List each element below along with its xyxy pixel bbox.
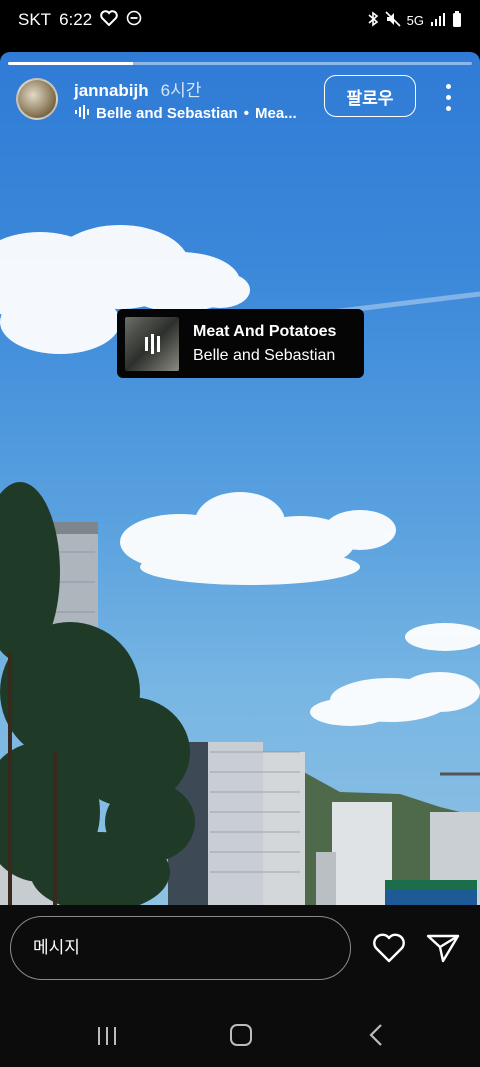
do-not-disturb-icon	[126, 10, 142, 31]
more-vertical-icon[interactable]	[440, 80, 456, 114]
signal-icon	[430, 12, 446, 29]
album-art	[125, 316, 179, 371]
music-artist: Belle and Sebastian	[96, 105, 238, 122]
music-sticker[interactable]: Meat And Potatoes Belle and Sebastian	[117, 309, 364, 378]
story-progress-fill	[8, 62, 134, 65]
story-photo	[0, 225, 480, 905]
carrier-label: SKT	[18, 10, 52, 29]
time-ago: 6시간	[160, 80, 202, 100]
status-bar: SKT 6:22 5G	[0, 0, 480, 40]
clock: 6:22	[59, 10, 93, 29]
recents-icon[interactable]	[95, 1025, 119, 1047]
home-icon[interactable]	[230, 1024, 252, 1046]
message-input[interactable]	[10, 916, 351, 980]
heart-status-icon	[100, 9, 118, 31]
story-progress-bar	[8, 62, 472, 65]
battery-icon	[452, 10, 462, 30]
song-title: Meat And Potatoes	[193, 322, 337, 340]
follow-button[interactable]: 팔로우	[324, 75, 416, 117]
song-artist: Belle and Sebastian	[193, 346, 336, 364]
story-view[interactable]: jannabijh 6시간 Belle and Sebastian • Mea.…	[0, 52, 480, 905]
story-header: jannabijh 6시간 Belle and Sebastian • Mea.…	[16, 74, 464, 124]
story-meta: jannabijh 6시간 Belle and Sebastian • Mea.…	[74, 76, 297, 123]
mute-icon	[385, 10, 401, 30]
music-bars-icon	[74, 104, 90, 123]
back-icon[interactable]	[367, 1023, 385, 1047]
system-nav-bar	[0, 1003, 480, 1067]
avatar[interactable]	[16, 78, 58, 120]
username[interactable]: jannabijh	[74, 81, 149, 101]
music-attribution[interactable]: Belle and Sebastian • Mea...	[74, 104, 297, 123]
bluetooth-icon	[367, 10, 379, 30]
music-separator: •	[243, 105, 249, 122]
heart-icon[interactable]	[371, 932, 407, 964]
network-label: 5G	[406, 12, 424, 28]
pause-icon	[144, 333, 160, 354]
send-icon[interactable]	[425, 932, 461, 964]
music-track: Mea...	[254, 105, 297, 122]
